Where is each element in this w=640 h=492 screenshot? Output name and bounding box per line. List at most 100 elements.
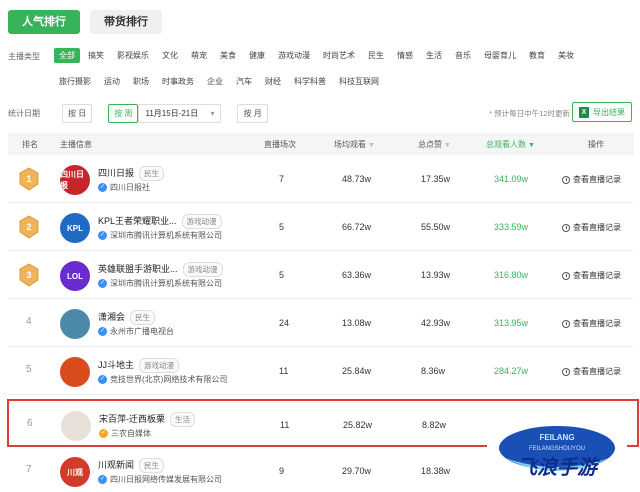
by-month-button[interactable]: 按 月 (237, 103, 268, 123)
category-row1-7[interactable]: 游戏动漫 (273, 48, 315, 63)
avatar[interactable] (61, 411, 91, 441)
avatar[interactable]: 川观 (60, 457, 90, 487)
total-likes: 17.35w (421, 174, 451, 184)
streamer-name[interactable]: 潇湘会 民生 (98, 310, 156, 325)
category-row1-1[interactable]: 搞笑 (83, 48, 109, 63)
view-records-link[interactable]: 查看直播记录 (562, 174, 621, 185)
category-row2-3[interactable]: 时事政务 (157, 74, 199, 89)
header-sessions[interactable]: 直播场次 (264, 139, 296, 150)
view-records-label: 查看直播记录 (573, 367, 621, 376)
total-viewers: 333.59w (494, 222, 529, 232)
table-row[interactable]: 3 LOL 英雄联盟手游职业... 游戏动漫 ✓ 深圳市腾讯计算机系统有限公司 5 … (8, 251, 634, 299)
category-row2-5[interactable]: 汽车 (231, 74, 257, 89)
category-row2-7[interactable]: 科学科普 (289, 74, 331, 89)
category-row1-2[interactable]: 影视娱乐 (112, 48, 154, 63)
avg-views: 25.84w (342, 366, 372, 376)
clock-icon (562, 367, 570, 376)
category-tag: 民生 (130, 310, 156, 325)
category-tag: 游戏动漫 (139, 358, 180, 373)
category-row1-8[interactable]: 时尚艺术 (318, 48, 360, 63)
category-row1-14[interactable]: 教育 (524, 48, 550, 63)
category-row1-5[interactable]: 美食 (215, 48, 241, 63)
header-rank: 排名 (22, 140, 38, 149)
live-sessions: 5 (279, 222, 285, 232)
table-row[interactable]: 4 潇湘会 民生 ✓ 永州市广播电视台 24 13.08w 42.93w 313.9… (8, 299, 634, 347)
category-row1-11[interactable]: 生活 (421, 48, 447, 63)
streamer-name[interactable]: 川观新闻 民生 (98, 458, 165, 473)
by-day-button[interactable]: 按 日 (62, 103, 93, 123)
table-row[interactable]: 2 KPL KPL王者荣耀职业... 游戏动漫 ✓ 深圳市腾讯计算机系统有限公司 5… (8, 203, 634, 251)
total-viewers: 313.95w (494, 318, 529, 328)
category-row1-13[interactable]: 母婴育儿 (479, 48, 521, 63)
category-row-1: 全部 搞笑 影视娱乐 文化 萌宠 美食 健康 游戏动漫 时尚艺术 民生 情感 生活 音乐 母婴育儿 教育 美妆 (54, 48, 582, 63)
rank-medal-icon: 3 (19, 263, 39, 287)
view-records-link[interactable]: 查看直播记录 (562, 222, 621, 233)
category-row2-6[interactable]: 财经 (260, 74, 286, 89)
category-row1-6[interactable]: 健康 (244, 48, 270, 63)
header-avg-views-label: 场均观看 (334, 140, 366, 149)
total-likes: 13.93w (421, 270, 451, 280)
header-op: 操作 (588, 140, 604, 149)
view-records-link[interactable]: 查看直播记录 (562, 270, 621, 281)
category-row2-4[interactable]: 企业 (202, 74, 228, 89)
table-row[interactable]: 1 四川日报 四川日报 民生 ✓ 四川日报社 7 48.73w 17.35w 341… (8, 155, 634, 203)
sort-icon: ▼ (444, 142, 451, 149)
streamer-name[interactable]: 英雄联盟手游职业... 游戏动漫 (98, 262, 223, 277)
avatar[interactable]: LOL (60, 261, 90, 291)
avatar-text: KPL (67, 223, 83, 233)
organization: ✓ 深圳市腾讯计算机系统有限公司 (98, 230, 222, 241)
by-week-button[interactable]: 按 周 (108, 103, 139, 123)
category-row2-8[interactable]: 科技互联网 (334, 74, 384, 89)
header-viewers[interactable]: 总观看人数 ▼ (486, 139, 535, 150)
streamer-name[interactable]: KPL王者荣耀职业... 游戏动漫 (98, 214, 222, 229)
table-row[interactable]: 5 JJ斗地主 游戏动漫 ✓ 竞技世界(北京)网络技术有限公司 11 25.84w … (8, 347, 634, 395)
organization: ✓ 四川日报网络传媒发展有限公司 (98, 474, 222, 485)
category-row1-0[interactable]: 全部 (54, 48, 80, 63)
category-row1-4[interactable]: 萌宠 (186, 48, 212, 63)
category-tag: 生活 (170, 412, 195, 427)
svg-text:飞浪手游: 飞浪手游 (517, 455, 601, 479)
view-records-link[interactable]: 查看直播记录 (562, 318, 621, 329)
rank-number: 1 (26, 174, 31, 184)
category-row1-9[interactable]: 民生 (363, 48, 389, 63)
avg-views: 63.36w (342, 270, 372, 280)
week-range-select[interactable]: 11月15日-21日 ▾ (138, 103, 222, 123)
tab-popularity[interactable]: 人气排行 (8, 10, 80, 34)
header-likes-label: 总点赞 (418, 140, 442, 149)
streamer-name[interactable]: 宋百萍-迁西板栗 生活 (99, 412, 195, 427)
category-row1-3[interactable]: 文化 (157, 48, 183, 63)
verified-icon: ✓ (98, 231, 107, 240)
category-row2-0[interactable]: 旅行摄影 (54, 74, 96, 89)
avatar[interactable] (60, 309, 90, 339)
avatar[interactable]: 四川日报 (60, 165, 90, 195)
avatar[interactable]: KPL (60, 213, 90, 243)
avg-views: 25.82w (343, 420, 373, 430)
tab-sales[interactable]: 带货排行 (90, 10, 162, 34)
header-avg-views[interactable]: 场均观看 ▼ (334, 139, 375, 150)
rank-number: 2 (26, 222, 31, 232)
category-row2-2[interactable]: 职场 (128, 74, 154, 89)
organization: ✓ 深圳市腾讯计算机系统有限公司 (98, 278, 222, 289)
svg-text:FEILANGSHOUYOU: FEILANGSHOUYOU (529, 446, 585, 452)
streamer-name[interactable]: 四川日报 民生 (98, 166, 165, 181)
sort-icon: ▼ (368, 142, 375, 149)
category-row1-10[interactable]: 情感 (392, 48, 418, 63)
avg-views: 66.72w (342, 222, 372, 232)
view-records-link[interactable]: 查看直播记录 (562, 366, 621, 377)
total-likes: 8.36w (421, 366, 446, 376)
organization-name: 竞技世界(北京)网络技术有限公司 (110, 375, 228, 384)
streamer-name[interactable]: JJ斗地主 游戏动漫 (98, 358, 180, 373)
category-row1-12[interactable]: 音乐 (450, 48, 476, 63)
category-row2-1[interactable]: 运动 (99, 74, 125, 89)
streamer-name-text: 宋百萍-迁西板栗 (99, 414, 165, 424)
export-button[interactable]: X 导出结果 (572, 102, 632, 122)
verified-icon: ✓ (98, 475, 107, 484)
verified-icon: ✓ (99, 429, 108, 438)
avatar[interactable] (60, 357, 90, 387)
clock-icon (562, 175, 570, 184)
category-row1-15[interactable]: 美妆 (553, 48, 579, 63)
total-viewers: 284.27w (494, 366, 529, 376)
header-likes[interactable]: 总点赞 ▼ (418, 139, 451, 150)
organization: ✓ 竞技世界(北京)网络技术有限公司 (98, 374, 227, 385)
category-tag: 民生 (139, 458, 165, 473)
